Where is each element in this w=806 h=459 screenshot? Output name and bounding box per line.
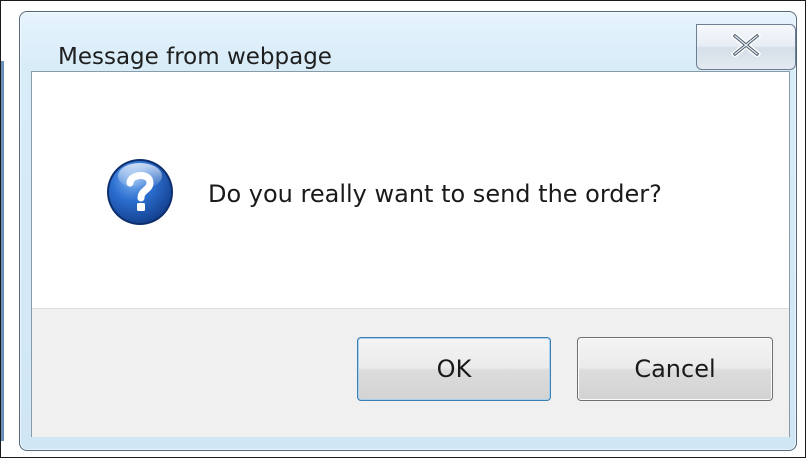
question-icon <box>104 156 176 228</box>
message-area: Do you really want to send the order? <box>32 72 789 308</box>
dialog-message: Do you really want to send the order? <box>208 180 662 208</box>
dialog-title: Message from webpage <box>58 44 332 70</box>
close-button[interactable] <box>696 24 796 70</box>
close-icon <box>730 31 762 61</box>
dialog-content: Do you really want to send the order? OK… <box>31 71 790 437</box>
background-window-edge <box>1 61 4 441</box>
screenshot-frame: Message from webpage Do you really want … <box>0 0 806 458</box>
cancel-button[interactable]: Cancel <box>577 337 773 401</box>
button-bar: OK Cancel <box>32 308 789 437</box>
ok-button[interactable]: OK <box>357 337 551 401</box>
